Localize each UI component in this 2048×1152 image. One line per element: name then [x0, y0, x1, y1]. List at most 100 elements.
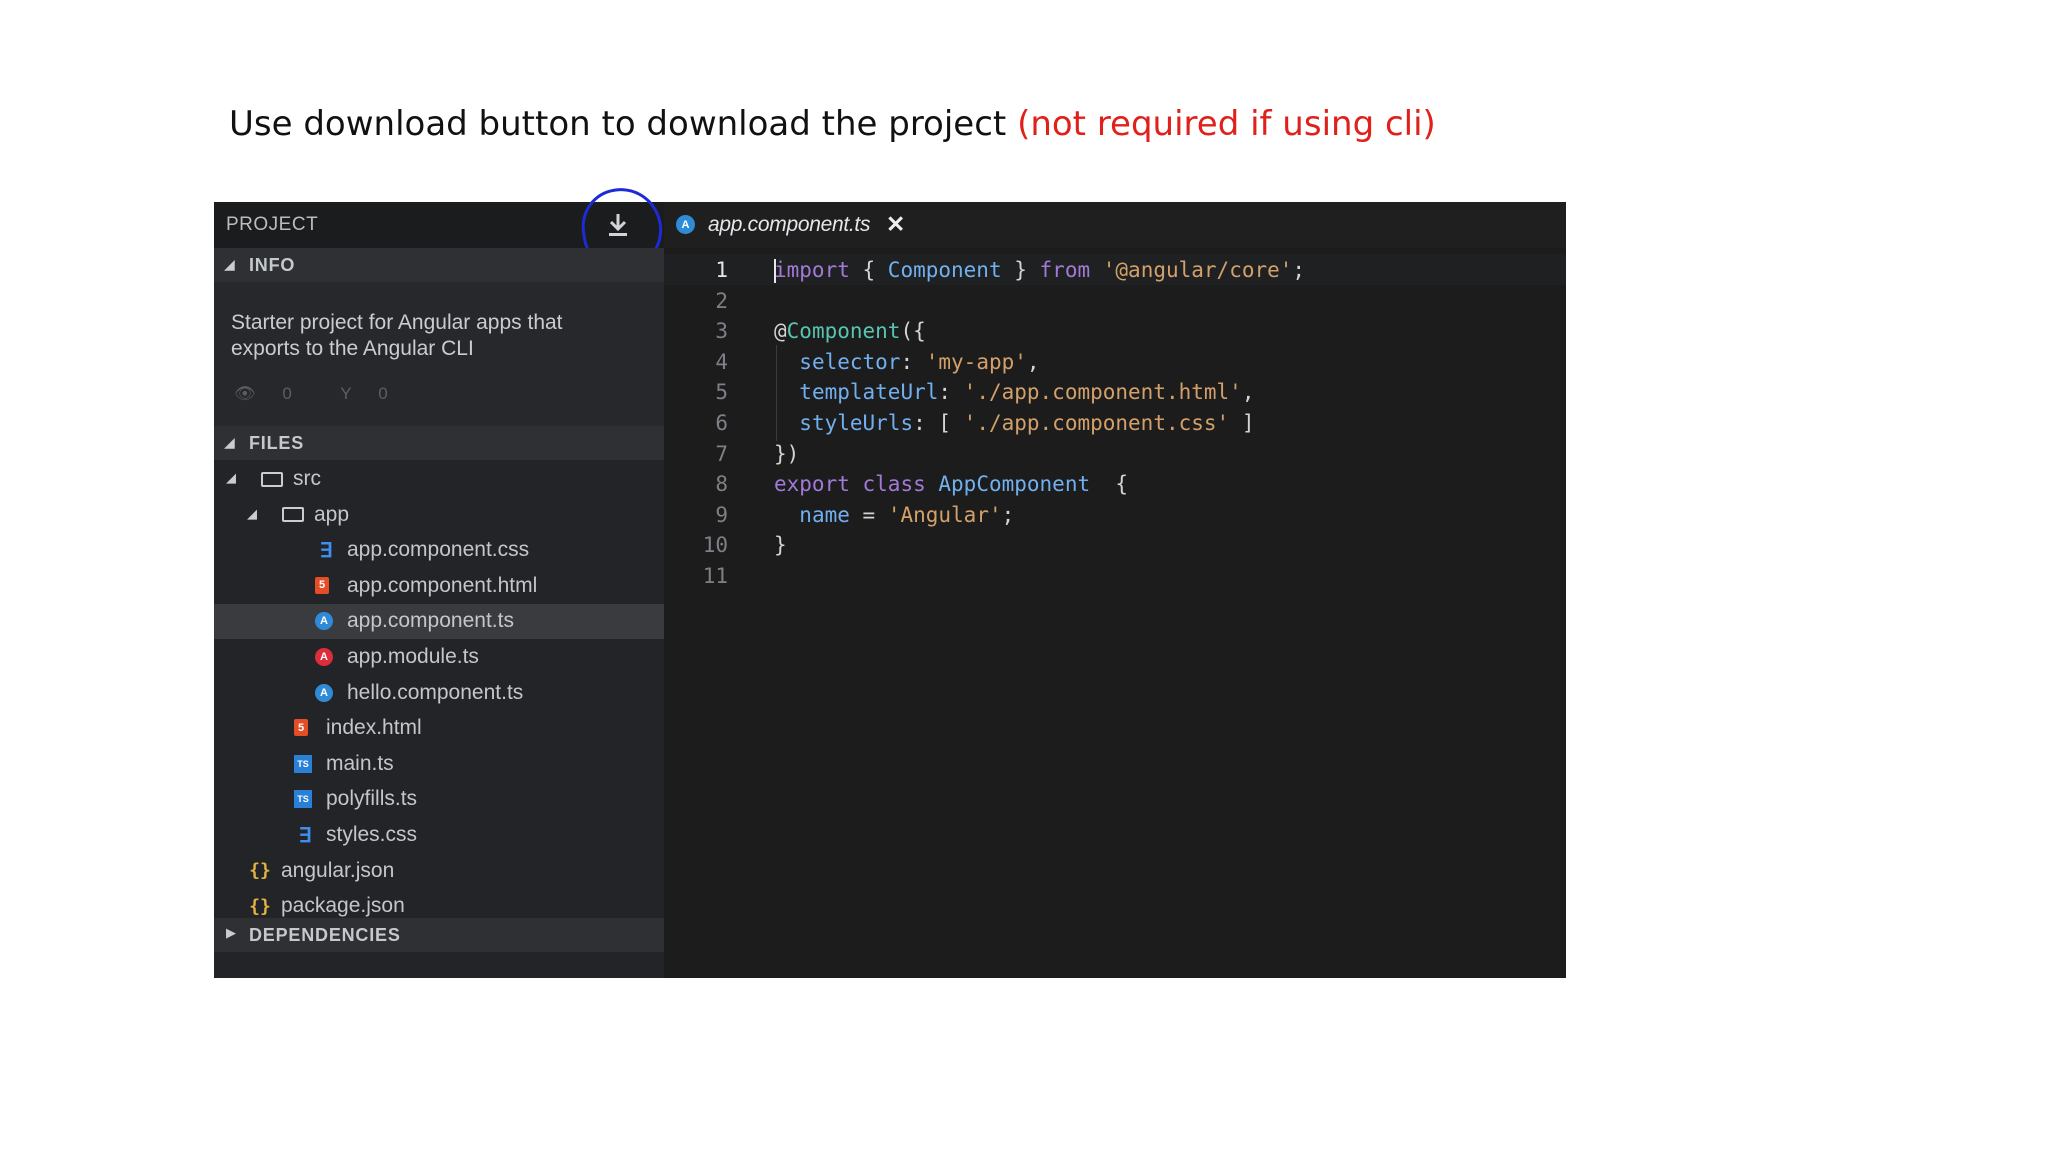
line-number: 4 — [715, 349, 728, 374]
code-line[interactable]: 10} — [664, 529, 1566, 560]
file-tree-item[interactable]: ◢ app — [214, 498, 664, 533]
angular-module-icon: A — [315, 648, 333, 666]
line-number: 5 — [715, 380, 728, 405]
editor-tab-bar: A app.component.ts ✕ — [664, 202, 1566, 248]
file-tree-item[interactable]: TS polyfills.ts — [214, 782, 664, 817]
code-text: @Component({ — [774, 319, 926, 344]
file-tree-item[interactable]: ∃ styles.css — [214, 818, 664, 853]
forks-stat: Y 0 — [340, 384, 410, 403]
info-panel: Starter project for Angular apps that ex… — [214, 282, 664, 426]
download-project-button[interactable] — [596, 206, 640, 244]
folder-icon — [261, 468, 283, 490]
code-line[interactable]: 8 export class AppComponent { — [664, 468, 1566, 499]
angular-icon: A — [315, 683, 333, 702]
code-line[interactable]: 1 import { Component } from '@angular/cor… — [664, 254, 1566, 285]
eye-icon: 👁 — [234, 384, 256, 403]
angular-icon: A — [676, 215, 695, 234]
views-count: 0 — [282, 384, 292, 403]
css-icon: ∃ — [319, 539, 333, 562]
file-tree-item[interactable]: Aapp.component.ts — [214, 604, 664, 640]
sidebar-title: PROJECT — [226, 214, 319, 235]
file-tree-item[interactable]: {} angular.json — [214, 854, 664, 889]
project-sidebar: PROJECT ◢ INFO Starter project for Angul… — [214, 182, 668, 978]
line-number: 6 — [715, 411, 728, 435]
file-name: app — [314, 502, 350, 526]
info-section-header[interactable]: ◢ INFO — [214, 248, 664, 282]
file-name: angular.json — [281, 858, 395, 882]
code-line[interactable]: 11 — [664, 560, 1566, 591]
file-name: app.component.html — [347, 573, 538, 597]
code-editor: A app.component.ts ✕ 1 import { Component… — [664, 202, 1566, 978]
instruction-heading: Use download button to download the proj… — [229, 104, 1436, 144]
tab-app-component-ts[interactable]: A app.component.ts ✕ — [664, 202, 924, 248]
file-name: index.html — [326, 716, 422, 740]
file-name: app.component.css — [347, 538, 530, 562]
dependencies-section-header[interactable]: ▶ DEPENDENCIES — [214, 918, 664, 952]
file-tree-item[interactable]: Aapp.module.ts — [214, 640, 664, 675]
project-description: Starter project for Angular apps that ex… — [231, 311, 563, 360]
forks-count: 0 — [378, 384, 388, 403]
file-name: styles.css — [326, 823, 418, 846]
file-name: app.component.ts — [347, 609, 514, 633]
code-text: templateUrl: './app.component.html', — [799, 380, 1255, 405]
html-icon: 5 — [294, 719, 308, 737]
close-icon[interactable]: ✕ — [886, 211, 905, 238]
file-name: package.json — [281, 894, 405, 918]
file-name: polyfills.ts — [326, 787, 418, 811]
code-line[interactable]: 5 templateUrl: './app.component.html', — [664, 376, 1566, 407]
code-line[interactable]: 6 styleUrls: [ './app.component.css' ] — [664, 407, 1566, 438]
line-number: 11 — [702, 564, 728, 588]
code-line[interactable]: 2 — [664, 285, 1566, 316]
code-text: }) — [774, 441, 800, 466]
css-icon: ∃ — [298, 824, 312, 847]
code-text: } — [774, 533, 787, 558]
json-icon: {} — [249, 860, 271, 882]
file-tree-item[interactable]: Ahello.component.ts — [214, 676, 664, 711]
json-icon: {} — [249, 895, 271, 917]
text-cursor — [774, 259, 776, 283]
project-stats: 👁 0 Y 0 — [234, 384, 432, 404]
file-name: app.module.ts — [347, 645, 479, 668]
code-line[interactable]: 7}) — [664, 438, 1566, 469]
line-number: 9 — [715, 502, 728, 527]
caret-down-icon[interactable]: ◢ — [247, 506, 257, 522]
heading-text: Use download button to download the proj… — [229, 104, 1018, 144]
files-section-label: FILES — [249, 433, 305, 453]
caret-down-icon: ◢ — [224, 434, 235, 450]
code-text: export class AppComponent { — [774, 472, 1129, 497]
files-section-header[interactable]: ◢ FILES — [214, 426, 664, 460]
file-tree-item[interactable]: ◢ src — [214, 462, 664, 497]
sidebar-header: PROJECT — [214, 182, 668, 276]
code-text: import { Component } from '@angular/core… — [774, 258, 1306, 282]
tab-label: app.component.ts — [708, 213, 871, 236]
typescript-icon: TS — [294, 754, 312, 773]
file-tree-item[interactable]: 5 index.html — [214, 711, 664, 746]
caret-down-icon: ◢ — [224, 256, 235, 272]
line-number: 3 — [715, 319, 728, 344]
code-text: name = 'Angular'; — [799, 502, 1015, 527]
info-section-label: INFO — [249, 255, 296, 275]
folder-icon — [282, 504, 304, 526]
file-name: hello.component.ts — [347, 680, 524, 704]
dependencies-section-label: DEPENDENCIES — [249, 925, 401, 945]
ide-window: PROJECT ◢ INFO Starter project for Angul… — [214, 182, 1566, 978]
line-number: 8 — [715, 472, 728, 497]
code-line[interactable]: 4 selector: 'my-app', — [664, 346, 1566, 377]
code-text: selector: 'my-app', — [799, 349, 1040, 374]
code-text: styleUrls: [ './app.component.css' ] — [799, 411, 1255, 435]
fork-icon: Y — [340, 384, 352, 403]
file-tree-item[interactable]: ∃ app.component.css — [214, 533, 664, 568]
download-icon — [609, 214, 627, 236]
file-tree-item[interactable]: 5 app.component.html — [214, 569, 664, 604]
line-number: 2 — [715, 288, 728, 313]
caret-down-icon[interactable]: ◢ — [226, 470, 236, 486]
caret-right-icon: ▶ — [226, 925, 236, 940]
code-line[interactable]: 9 name = 'Angular'; — [664, 499, 1566, 530]
file-name: main.ts — [326, 751, 394, 775]
file-tree-item[interactable]: TS main.ts — [214, 747, 664, 782]
code-line[interactable]: 3 @Component({ — [664, 315, 1566, 346]
heading-note: (not required if using cli) — [1017, 104, 1436, 144]
line-number: 1 — [715, 258, 728, 282]
angular-icon: A — [315, 612, 333, 631]
file-name: src — [293, 467, 321, 490]
